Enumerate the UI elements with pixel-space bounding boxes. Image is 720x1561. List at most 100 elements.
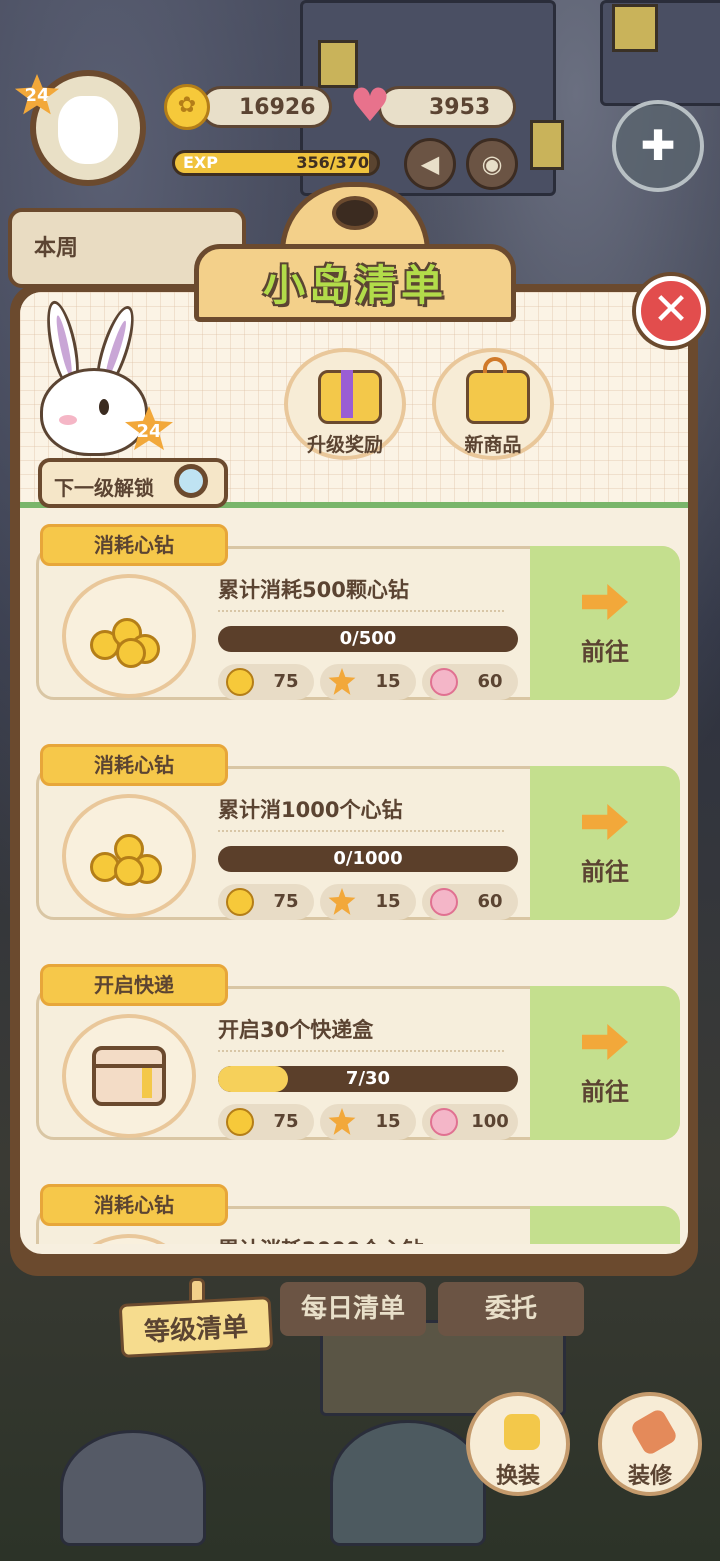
next-level-unlock-button[interactable]: 下一级解锁 (38, 458, 228, 508)
reward-star-value: 15 (375, 1111, 401, 1132)
reward-coin-chip: 75 (218, 1104, 314, 1140)
go-button[interactable]: 前往 (530, 986, 680, 1140)
tab-level-list[interactable]: 等级清单 (118, 1296, 274, 1358)
go-button[interactable]: 前往 (530, 766, 680, 920)
close-button[interactable]: ✕ (636, 276, 706, 346)
reward-heart-chip: 60 (422, 884, 518, 920)
divider (218, 610, 504, 612)
task-list[interactable]: 消耗心钻 累计消耗500颗心钻 0/500 75 15 60 前往 消耗心钻 累… (30, 516, 690, 1244)
player-avatar[interactable] (30, 70, 146, 186)
close-icon: ✕ (652, 284, 690, 335)
reward-star-chip: 15 (320, 664, 416, 700)
tab-daily-list[interactable]: 每日清单 (280, 1282, 426, 1336)
exp-value: 356/370 (296, 153, 369, 172)
reward-star-chip: 15 (320, 1104, 416, 1140)
bunny-eye (99, 399, 109, 415)
window (530, 120, 564, 170)
reward-label: 新商品 (464, 434, 522, 456)
window (612, 4, 658, 52)
arrow-right-icon (582, 584, 628, 620)
divider (218, 830, 504, 832)
gamepad-icon: ✚ (640, 121, 676, 170)
task-progress-bar: 0/500 (218, 626, 518, 652)
reward-heart-value: 60 (477, 671, 503, 692)
go-button-label: 前往 (581, 1078, 629, 1106)
coins-icon (90, 830, 170, 886)
decorate-label: 装修 (627, 1464, 672, 1489)
divider (218, 1050, 504, 1052)
heart-count: 3953 (429, 95, 491, 120)
arrow-right-icon (582, 1024, 628, 1060)
reward-star-chip: 15 (320, 884, 416, 920)
task-category-tag: 消耗心钻 (40, 744, 228, 786)
magnifier-icon (174, 464, 208, 498)
speaker-icon: ◀ (420, 150, 440, 178)
reward-heart-value: 100 (471, 1111, 509, 1132)
parcel-box-icon (92, 1046, 166, 1106)
arrow-right-icon (582, 804, 628, 840)
star-icon (328, 668, 356, 695)
bag-icon (466, 357, 530, 424)
umbrella (60, 1430, 206, 1546)
star-icon (328, 1108, 356, 1135)
outfit-icon (504, 1414, 540, 1450)
task-progress-bar: 0/1000 (218, 846, 518, 872)
progress-text: 0/500 (339, 628, 397, 649)
coin-icon (226, 1108, 254, 1136)
heart-diamond-icon: ♥ (349, 78, 391, 132)
camera-icon: ◉ (481, 150, 503, 178)
go-button[interactable]: 前往 (530, 546, 680, 700)
reward-coin-chip: 75 (218, 884, 314, 920)
decorate-icon (629, 1407, 679, 1457)
task-category-tag: 消耗心钻 (40, 524, 228, 566)
reward-star-value: 15 (375, 671, 401, 692)
reward-coin-value: 75 (273, 891, 299, 912)
task-item: 消耗心钻 累计消耗500颗心钻 0/500 75 15 60 前往 (36, 518, 680, 702)
outfit-button[interactable]: 换装 (466, 1392, 570, 1496)
go-button-label: 前往 (581, 638, 629, 666)
heart-counter[interactable]: 3953 (378, 86, 516, 128)
tab-commission[interactable]: 委托 (438, 1282, 584, 1336)
reward-star-value: 15 (375, 891, 401, 912)
progress-text: 7/30 (345, 1068, 391, 1089)
task-category-tag: 消耗心钻 (40, 1184, 228, 1226)
decorate-button[interactable]: 装修 (598, 1392, 702, 1496)
task-progress-bar: 7/30 (218, 1066, 518, 1092)
go-button[interactable] (530, 1206, 680, 1244)
outfit-label: 换装 (495, 1464, 540, 1489)
task-description: 开启30个快递盒 (218, 1018, 374, 1042)
coins-icon (90, 610, 170, 668)
reward-new-items[interactable]: 新商品 (432, 348, 554, 460)
bunny-mascot: 24 (28, 298, 173, 460)
reward-coin-chip: 75 (218, 664, 314, 700)
coin-icon (226, 668, 254, 696)
bunny-face (58, 96, 118, 164)
coin-icon (226, 888, 254, 916)
reward-upgrade-bonus[interactable]: 升级奖励 (284, 348, 406, 460)
panel-title-tag: 小岛清单 (194, 182, 516, 322)
panel-title: 小岛清单 (262, 261, 447, 310)
next-level-unlock-label: 下一级解锁 (54, 476, 154, 500)
weekly-label: 本周 (34, 236, 79, 261)
task-description: 累计消1000个心钻 (218, 798, 403, 822)
go-button-label: 前往 (581, 858, 629, 886)
reward-heart-chip: 60 (422, 664, 518, 700)
heart-diamond-icon (430, 668, 458, 696)
minigame-button[interactable]: ✚ (612, 100, 704, 192)
progress-text: 0/1000 (333, 848, 403, 869)
exp-label: EXP (183, 153, 218, 172)
task-category-tag: 开启快递 (40, 964, 228, 1006)
exp-bar: EXP 356/370 (172, 150, 380, 176)
task-description: 累计消耗2000个心钻 (218, 1234, 423, 1244)
task-item: 消耗心钻 累计消耗2000个心钻 (36, 1178, 680, 1244)
coin-counter[interactable]: 16926 (200, 86, 332, 128)
reward-label: 升级奖励 (306, 434, 383, 456)
coin-count: 16926 (239, 95, 316, 120)
task-item: 开启快递 开启30个快递盒 7/30 75 15 100 前往 (36, 958, 680, 1142)
reward-coin-value: 75 (273, 671, 299, 692)
heart-diamond-icon (430, 1108, 458, 1136)
gift-box-icon (318, 370, 382, 424)
reward-heart-chip: 100 (422, 1104, 518, 1140)
heart-diamond-icon (430, 888, 458, 916)
bunny-head (40, 368, 148, 456)
